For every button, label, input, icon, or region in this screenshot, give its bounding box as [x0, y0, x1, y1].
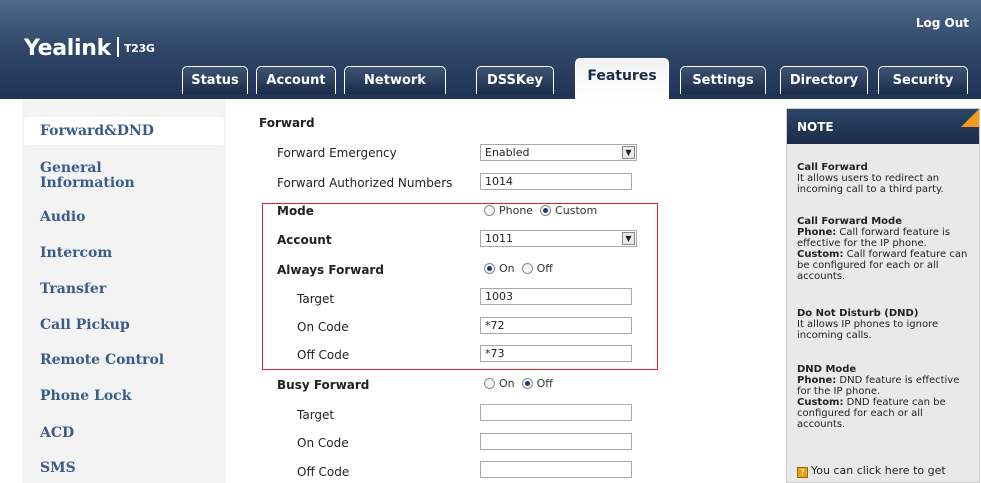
note-dnd-custom-label: Custom:	[797, 397, 844, 408]
busy-forward-label: Busy Forward	[277, 378, 370, 392]
corner-fold-icon	[961, 109, 979, 127]
note-dnd-mode: DND Mode Phone: DND feature is effective…	[797, 364, 973, 430]
note-phone-label: Phone:	[797, 227, 837, 238]
tab-account[interactable]: Account	[256, 66, 336, 94]
sidebar: Forward&DND General Information Audio In…	[22, 99, 226, 483]
tab-settings[interactable]: Settings	[680, 66, 766, 94]
note-header: NOTE	[787, 109, 979, 144]
sidebar-item-call-pickup[interactable]: Call Pickup	[40, 318, 130, 333]
forward-emergency-value: Enabled	[485, 146, 530, 159]
help-icon[interactable]: ?	[797, 467, 808, 478]
note-help-text: You can click here to get	[811, 464, 946, 477]
busy-forward-off-radio[interactable]	[521, 378, 533, 389]
highlight-box	[262, 203, 658, 370]
sidebar-item-phone-lock[interactable]: Phone Lock	[40, 389, 131, 404]
sidebar-item-information[interactable]: Information	[40, 176, 135, 191]
sidebar-item-remote-control[interactable]: Remote Control	[40, 353, 164, 368]
note-dnd-mode-title: DND Mode	[797, 364, 857, 375]
note-call-forward-title: Call Forward	[797, 162, 868, 173]
busy-forward-target-input[interactable]	[480, 404, 632, 421]
note-panel: NOTE Call Forward It allows users to red…	[786, 108, 980, 483]
note-help[interactable]: ? You can click here to get	[797, 465, 973, 478]
note-dnd-title: Do Not Disturb (DND)	[797, 308, 919, 319]
tab-directory[interactable]: Directory	[780, 66, 868, 94]
busy-forward-on-label: On	[499, 377, 515, 390]
busy-forward-on-code-label: On Code	[297, 436, 349, 450]
busy-forward-radio-group: On Off	[484, 377, 553, 390]
note-dnd: Do Not Disturb (DND) It allows IP phones…	[797, 308, 973, 341]
sidebar-item-forward-dnd[interactable]: Forward&DND	[40, 124, 154, 139]
tab-status[interactable]: Status	[182, 66, 248, 94]
tab-security[interactable]: Security	[878, 66, 968, 94]
page: Yealink T23G Log Out Status Account Netwo…	[0, 0, 981, 483]
header-bar: Yealink T23G Log Out Status Account Netwo…	[0, 0, 981, 99]
yealink-logo: Yealink T23G	[24, 36, 155, 61]
sidebar-item-intercom[interactable]: Intercom	[40, 246, 112, 261]
busy-forward-on-radio[interactable]	[484, 378, 495, 389]
forward-authorized-numbers-input[interactable]: 1014	[480, 173, 632, 190]
forward-emergency-label: Forward Emergency	[277, 146, 397, 160]
note-call-forward-mode: Call Forward Mode Phone: Call forward fe…	[797, 216, 973, 282]
busy-forward-on-code-input[interactable]	[480, 433, 632, 450]
forward-emergency-select[interactable]: Enabled ▼	[480, 144, 637, 161]
tab-network[interactable]: Network	[344, 66, 446, 94]
logo-brand: Yealink	[24, 36, 111, 61]
sidebar-item-sms[interactable]: SMS	[40, 461, 76, 476]
tab-features[interactable]: Features	[575, 58, 669, 99]
logo-model: T23G	[123, 42, 155, 55]
section-title-forward: Forward	[259, 116, 315, 130]
tab-dsskey[interactable]: DSSKey	[476, 66, 554, 94]
sidebar-item-audio[interactable]: Audio	[40, 210, 86, 225]
busy-forward-target-label: Target	[297, 408, 335, 422]
busy-forward-off-label: Off	[536, 377, 553, 390]
note-call-forward: Call Forward It allows users to redirect…	[797, 162, 973, 195]
note-call-forward-mode-title: Call Forward Mode	[797, 216, 902, 227]
logout-link[interactable]: Log Out	[916, 16, 969, 30]
note-dnd-text: It allows IP phones to ignore incoming c…	[797, 319, 939, 341]
forward-authorized-numbers-label: Forward Authorized Numbers	[277, 176, 453, 190]
sidebar-item-acd[interactable]: ACD	[40, 426, 74, 441]
note-custom-label: Custom:	[797, 249, 844, 260]
note-title: NOTE	[797, 120, 834, 134]
busy-forward-off-code-input[interactable]	[480, 461, 632, 478]
sidebar-item-general[interactable]: General	[40, 161, 102, 176]
sidebar-item-transfer[interactable]: Transfer	[40, 282, 106, 297]
chevron-down-icon: ▼	[622, 146, 635, 159]
busy-forward-off-code-label: Off Code	[297, 465, 350, 479]
note-dnd-phone-label: Phone:	[797, 375, 837, 386]
note-call-forward-text: It allows users to redirect an incoming …	[797, 173, 944, 195]
